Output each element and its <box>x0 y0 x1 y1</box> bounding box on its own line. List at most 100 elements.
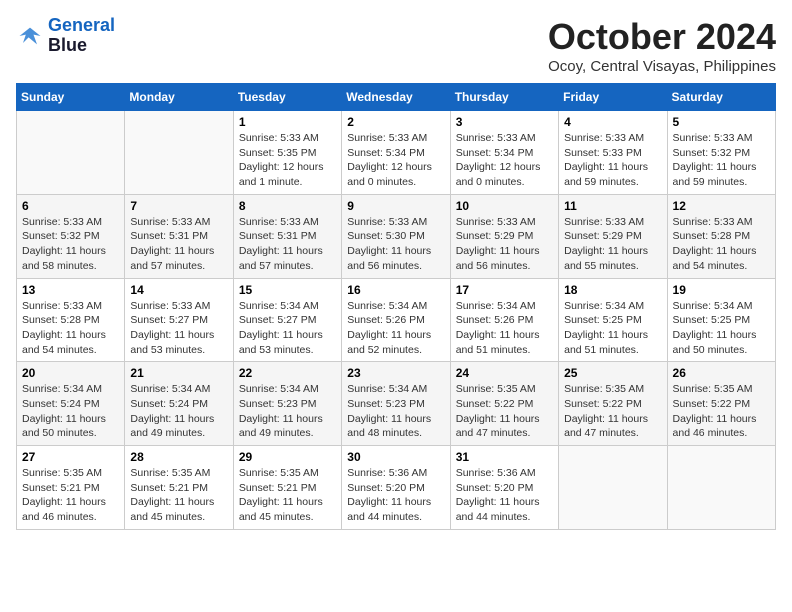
calendar-cell: 26 Sunrise: 5:35 AM Sunset: 5:22 PM Dayli… <box>667 362 775 446</box>
day-info: Sunrise: 5:34 AM Sunset: 5:23 PM Dayligh… <box>239 382 336 441</box>
day-info: Sunrise: 5:33 AM Sunset: 5:28 PM Dayligh… <box>22 299 119 358</box>
day-info: Sunrise: 5:33 AM Sunset: 5:27 PM Dayligh… <box>130 299 227 358</box>
calendar-table: SundayMondayTuesdayWednesdayThursdayFrid… <box>16 83 776 530</box>
day-of-week-header: Sunday <box>17 84 125 111</box>
logo: GeneralBlue <box>16 16 115 56</box>
calendar-cell <box>17 111 125 195</box>
calendar-cell: 14 Sunrise: 5:33 AM Sunset: 5:27 PM Dayli… <box>125 278 233 362</box>
day-info: Sunrise: 5:34 AM Sunset: 5:24 PM Dayligh… <box>22 382 119 441</box>
calendar-cell: 16 Sunrise: 5:34 AM Sunset: 5:26 PM Dayli… <box>342 278 450 362</box>
calendar-cell: 25Sunrise: 5:35 AM Sunset: 5:22 PM Dayli… <box>559 362 667 446</box>
day-info: Sunrise: 5:33 AM Sunset: 5:28 PM Dayligh… <box>673 215 770 274</box>
day-number: 9 <box>347 199 444 213</box>
calendar-cell: 13 Sunrise: 5:33 AM Sunset: 5:28 PM Dayli… <box>17 278 125 362</box>
calendar-cell: 2 Sunrise: 5:33 AM Sunset: 5:34 PM Daylig… <box>342 111 450 195</box>
day-number: 30 <box>347 450 444 464</box>
day-of-week-header: Saturday <box>667 84 775 111</box>
day-number: 28 <box>130 450 227 464</box>
calendar-week-row: 20 Sunrise: 5:34 AM Sunset: 5:24 PM Dayli… <box>17 362 776 446</box>
page-header: GeneralBlue October 2024 Ocoy, Central V… <box>16 16 776 75</box>
logo-icon <box>16 22 44 50</box>
day-number: 2 <box>347 115 444 129</box>
calendar-cell: 19Sunrise: 5:34 AM Sunset: 5:25 PM Dayli… <box>667 278 775 362</box>
location-subtitle: Ocoy, Central Visayas, Philippines <box>548 58 776 75</box>
day-number: 6 <box>22 199 119 213</box>
calendar-cell: 27 Sunrise: 5:35 AM Sunset: 5:21 PM Dayli… <box>17 446 125 530</box>
day-number: 5 <box>673 115 770 129</box>
calendar-cell: 31 Sunrise: 5:36 AM Sunset: 5:20 PM Dayli… <box>450 446 558 530</box>
day-number: 31 <box>456 450 553 464</box>
calendar-cell: 22 Sunrise: 5:34 AM Sunset: 5:23 PM Dayli… <box>233 362 341 446</box>
day-info: Sunrise: 5:33 AM Sunset: 5:30 PM Dayligh… <box>347 215 444 274</box>
day-info: Sunrise: 5:33 AM Sunset: 5:32 PM Dayligh… <box>22 215 119 274</box>
calendar-cell: 12 Sunrise: 5:33 AM Sunset: 5:28 PM Dayli… <box>667 194 775 278</box>
day-number: 14 <box>130 283 227 297</box>
day-info: Sunrise: 5:33 AM Sunset: 5:31 PM Dayligh… <box>130 215 227 274</box>
calendar-cell: 23 Sunrise: 5:34 AM Sunset: 5:23 PM Dayli… <box>342 362 450 446</box>
day-of-week-header: Thursday <box>450 84 558 111</box>
day-number: 29 <box>239 450 336 464</box>
day-number: 22 <box>239 366 336 380</box>
calendar-cell: 20 Sunrise: 5:34 AM Sunset: 5:24 PM Dayli… <box>17 362 125 446</box>
calendar-cell: 17 Sunrise: 5:34 AM Sunset: 5:26 PM Dayli… <box>450 278 558 362</box>
day-of-week-header: Monday <box>125 84 233 111</box>
calendar-cell: 24Sunrise: 5:35 AM Sunset: 5:22 PM Dayli… <box>450 362 558 446</box>
day-of-week-header: Wednesday <box>342 84 450 111</box>
day-number: 25 <box>564 366 661 380</box>
day-number: 15 <box>239 283 336 297</box>
day-number: 18 <box>564 283 661 297</box>
calendar-cell: 9 Sunrise: 5:33 AM Sunset: 5:30 PM Daylig… <box>342 194 450 278</box>
day-number: 13 <box>22 283 119 297</box>
day-number: 10 <box>456 199 553 213</box>
calendar-cell: 1Sunrise: 5:33 AM Sunset: 5:35 PM Daylig… <box>233 111 341 195</box>
calendar-week-row: 6 Sunrise: 5:33 AM Sunset: 5:32 PM Daylig… <box>17 194 776 278</box>
calendar-week-row: 1Sunrise: 5:33 AM Sunset: 5:35 PM Daylig… <box>17 111 776 195</box>
day-info: Sunrise: 5:33 AM Sunset: 5:29 PM Dayligh… <box>456 215 553 274</box>
day-info: Sunrise: 5:33 AM Sunset: 5:29 PM Dayligh… <box>564 215 661 274</box>
day-number: 20 <box>22 366 119 380</box>
day-number: 3 <box>456 115 553 129</box>
day-info: Sunrise: 5:34 AM Sunset: 5:24 PM Dayligh… <box>130 382 227 441</box>
calendar-cell: 4Sunrise: 5:33 AM Sunset: 5:33 PM Daylig… <box>559 111 667 195</box>
day-number: 21 <box>130 366 227 380</box>
day-number: 16 <box>347 283 444 297</box>
day-of-week-header: Friday <box>559 84 667 111</box>
day-number: 27 <box>22 450 119 464</box>
calendar-week-row: 13 Sunrise: 5:33 AM Sunset: 5:28 PM Dayli… <box>17 278 776 362</box>
calendar-cell: 30 Sunrise: 5:36 AM Sunset: 5:20 PM Dayli… <box>342 446 450 530</box>
day-info: Sunrise: 5:36 AM Sunset: 5:20 PM Dayligh… <box>347 466 444 525</box>
day-info: Sunrise: 5:34 AM Sunset: 5:26 PM Dayligh… <box>456 299 553 358</box>
day-info: Sunrise: 5:33 AM Sunset: 5:35 PM Dayligh… <box>239 131 336 190</box>
calendar-cell: 11 Sunrise: 5:33 AM Sunset: 5:29 PM Dayli… <box>559 194 667 278</box>
day-info: Sunrise: 5:33 AM Sunset: 5:34 PM Dayligh… <box>347 131 444 190</box>
calendar-cell: 8 Sunrise: 5:33 AM Sunset: 5:31 PM Daylig… <box>233 194 341 278</box>
day-info: Sunrise: 5:34 AM Sunset: 5:27 PM Dayligh… <box>239 299 336 358</box>
calendar-cell <box>125 111 233 195</box>
day-number: 11 <box>564 199 661 213</box>
title-section: October 2024 Ocoy, Central Visayas, Phil… <box>548 16 776 75</box>
calendar-cell: 7Sunrise: 5:33 AM Sunset: 5:31 PM Daylig… <box>125 194 233 278</box>
day-info: Sunrise: 5:35 AM Sunset: 5:21 PM Dayligh… <box>22 466 119 525</box>
calendar-week-row: 27 Sunrise: 5:35 AM Sunset: 5:21 PM Dayli… <box>17 446 776 530</box>
calendar-cell: 29Sunrise: 5:35 AM Sunset: 5:21 PM Dayli… <box>233 446 341 530</box>
day-info: Sunrise: 5:33 AM Sunset: 5:31 PM Dayligh… <box>239 215 336 274</box>
calendar-cell: 28Sunrise: 5:35 AM Sunset: 5:21 PM Dayli… <box>125 446 233 530</box>
day-info: Sunrise: 5:36 AM Sunset: 5:20 PM Dayligh… <box>456 466 553 525</box>
day-number: 12 <box>673 199 770 213</box>
calendar-cell: 3Sunrise: 5:33 AM Sunset: 5:34 PM Daylig… <box>450 111 558 195</box>
day-number: 23 <box>347 366 444 380</box>
day-info: Sunrise: 5:34 AM Sunset: 5:25 PM Dayligh… <box>564 299 661 358</box>
day-info: Sunrise: 5:34 AM Sunset: 5:26 PM Dayligh… <box>347 299 444 358</box>
calendar-cell <box>559 446 667 530</box>
day-number: 17 <box>456 283 553 297</box>
calendar-cell <box>667 446 775 530</box>
calendar-cell: 18 Sunrise: 5:34 AM Sunset: 5:25 PM Dayli… <box>559 278 667 362</box>
calendar-cell: 6 Sunrise: 5:33 AM Sunset: 5:32 PM Daylig… <box>17 194 125 278</box>
day-info: Sunrise: 5:34 AM Sunset: 5:23 PM Dayligh… <box>347 382 444 441</box>
day-number: 4 <box>564 115 661 129</box>
day-info: Sunrise: 5:35 AM Sunset: 5:22 PM Dayligh… <box>673 382 770 441</box>
day-number: 26 <box>673 366 770 380</box>
calendar-header-row: SundayMondayTuesdayWednesdayThursdayFrid… <box>17 84 776 111</box>
day-number: 8 <box>239 199 336 213</box>
day-info: Sunrise: 5:35 AM Sunset: 5:22 PM Dayligh… <box>456 382 553 441</box>
